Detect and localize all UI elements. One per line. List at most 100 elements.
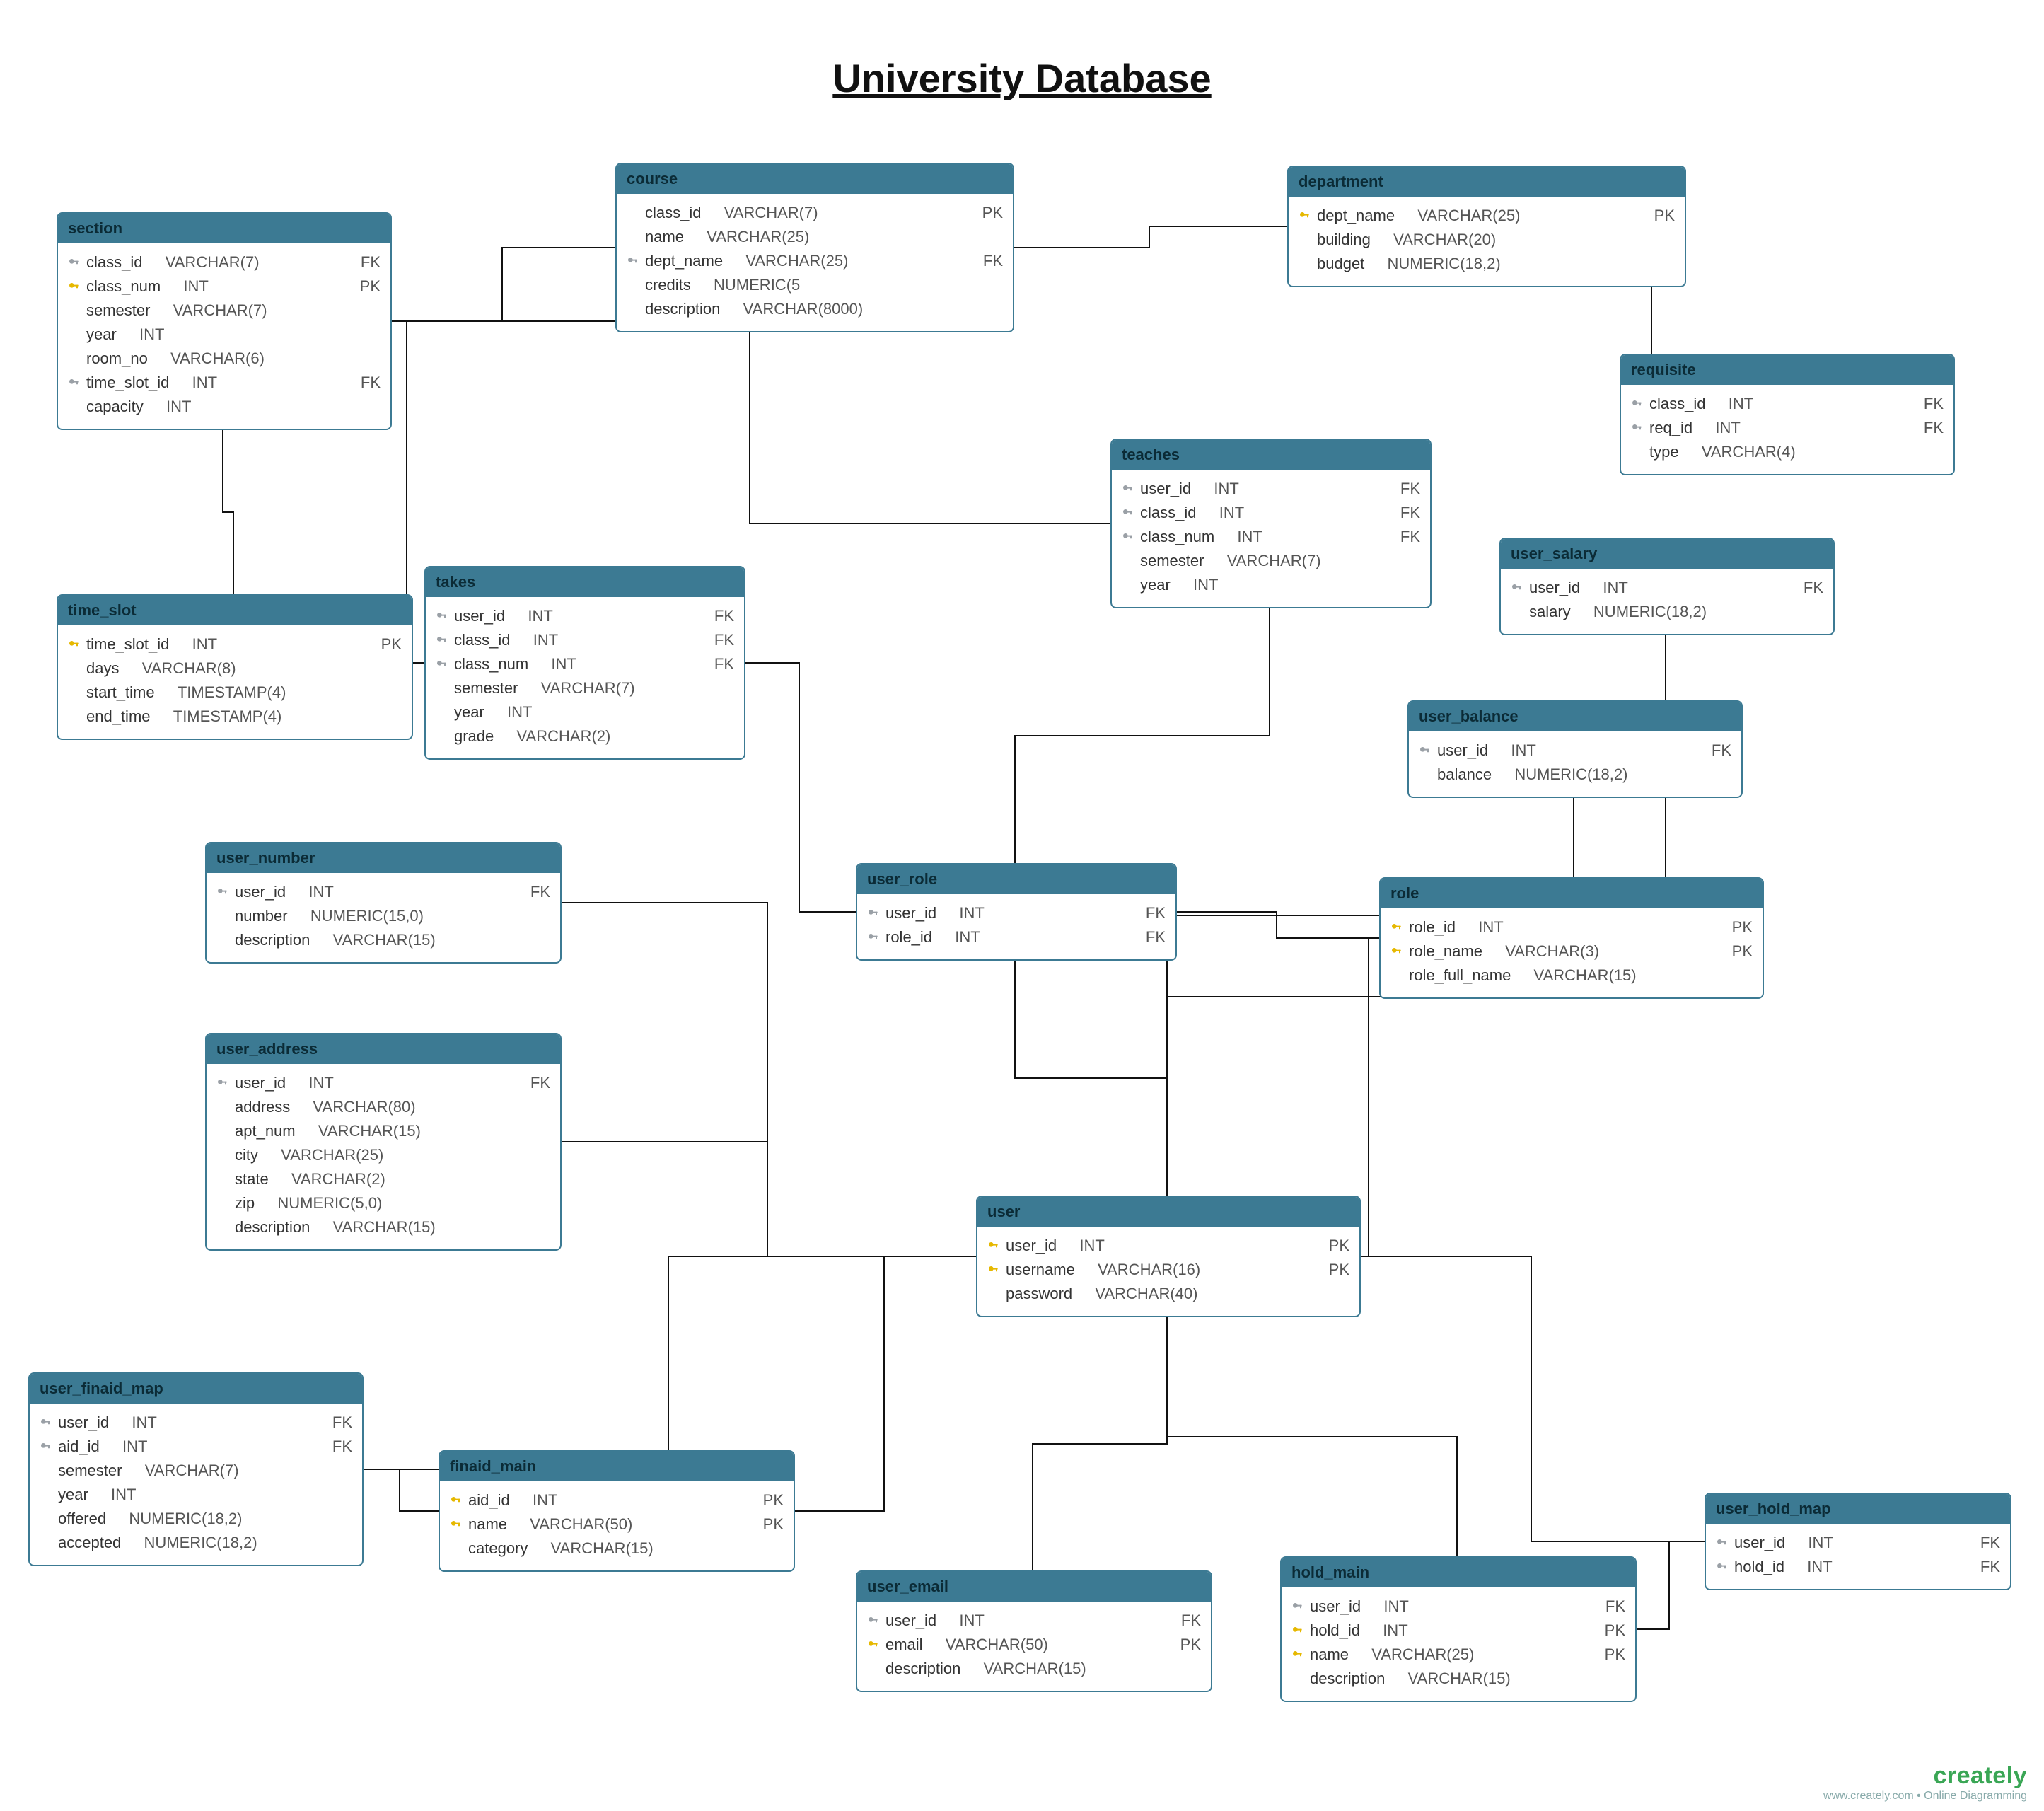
column-type: VARCHAR(25)	[707, 228, 809, 246]
table-body: class_id VARCHAR(7) FKclass_num INT PKse…	[58, 243, 390, 429]
foreign-key-icon	[867, 1612, 878, 1630]
table-user_number[interactable]: user_numberuser_id INT FKnumber NUMERIC(…	[205, 842, 562, 964]
column-name: dept_name	[1317, 207, 1395, 225]
foreign-key-icon	[1122, 480, 1133, 498]
column-role: FK	[983, 252, 1003, 270]
column-name: class_num	[454, 655, 528, 673]
column-name: offered	[58, 1510, 106, 1528]
column-row: email VARCHAR(50) PK	[867, 1633, 1201, 1657]
column-type: VARCHAR(7)	[724, 204, 818, 222]
table-user_salary[interactable]: user_salaryuser_id INT FKsalary NUMERIC(…	[1499, 538, 1835, 635]
column-type: VARCHAR(15)	[1534, 966, 1637, 985]
column-name: class_id	[1649, 395, 1705, 413]
column-row: year INT	[40, 1483, 352, 1507]
table-user_email[interactable]: user_emailuser_id INT FKemail VARCHAR(50…	[856, 1570, 1212, 1692]
column-type: INT	[1219, 504, 1244, 522]
column-type: VARCHAR(15)	[333, 1218, 436, 1237]
table-teaches[interactable]: teachesuser_id INT FKclass_id INT FKclas…	[1110, 439, 1432, 608]
table-role[interactable]: rolerole_id INT PKrole_name VARCHAR(3) P…	[1379, 877, 1764, 999]
column-name: city	[235, 1146, 258, 1164]
table-user_balance[interactable]: user_balanceuser_id INT FKbalance NUMERI…	[1407, 700, 1743, 798]
column-type: INT	[1079, 1237, 1104, 1255]
foreign-key-icon	[1716, 1558, 1727, 1576]
column-name: user_id	[235, 1074, 286, 1092]
foreign-key-icon	[436, 631, 447, 649]
column-name: category	[468, 1539, 528, 1558]
column-type: VARCHAR(25)	[281, 1146, 383, 1164]
table-user_finaid_map[interactable]: user_finaid_mapuser_id INT FKaid_id INT …	[28, 1372, 364, 1566]
column-role: PK	[381, 635, 402, 654]
column-row: start_time TIMESTAMP(4)	[68, 681, 402, 705]
column-row: offered NUMERIC(18,2)	[40, 1507, 352, 1531]
column-role: PK	[1654, 207, 1675, 225]
column-row: dept_name VARCHAR(25) FK	[627, 249, 1003, 273]
column-name: description	[1310, 1670, 1385, 1688]
column-name: email	[885, 1636, 923, 1654]
column-role: PK	[1732, 942, 1753, 961]
column-row: hold_id INT PK	[1291, 1619, 1625, 1643]
column-type: INT	[308, 1074, 333, 1092]
column-row: role_id INT FK	[867, 925, 1166, 949]
table-requisite[interactable]: requisiteclass_id INT FKreq_id INT FKtyp…	[1620, 354, 1955, 475]
column-name: aid_id	[468, 1491, 510, 1510]
column-row: salary NUMERIC(18,2)	[1511, 600, 1823, 624]
column-role: FK	[1146, 904, 1166, 922]
column-name: semester	[454, 679, 518, 698]
column-row: description VARCHAR(8000)	[627, 297, 1003, 321]
table-body: dept_name VARCHAR(25) PKbuilding VARCHAR…	[1289, 197, 1685, 286]
brand-sub: www.creately.com • Online Diagramming	[1823, 1790, 2027, 1803]
table-header: role	[1381, 879, 1763, 908]
column-type: INT	[1729, 395, 1753, 413]
column-type: VARCHAR(8000)	[743, 300, 864, 318]
column-name: role_id	[1409, 918, 1456, 937]
table-takes[interactable]: takesuser_id INT FKclass_id INT FKclass_…	[424, 566, 745, 760]
column-type: VARCHAR(15)	[318, 1122, 421, 1140]
column-type: INT	[166, 398, 191, 416]
table-user_role[interactable]: user_roleuser_id INT FKrole_id INT FK	[856, 863, 1177, 961]
foreign-key-icon	[1122, 528, 1133, 546]
column-type: VARCHAR(2)	[291, 1170, 385, 1188]
column-name: user_id	[235, 883, 286, 901]
table-time_slot[interactable]: time_slottime_slot_id INT PKdays VARCHAR…	[57, 594, 413, 740]
column-type: NUMERIC(5,0)	[277, 1194, 382, 1213]
table-user_hold_map[interactable]: user_hold_mapuser_id INT FKhold_id INT F…	[1705, 1493, 2011, 1590]
foreign-key-icon	[1419, 741, 1430, 760]
table-user_address[interactable]: user_addressuser_id INT FKaddress VARCHA…	[205, 1033, 562, 1251]
column-type: INT	[533, 1491, 557, 1510]
table-section[interactable]: sectionclass_id VARCHAR(7) FKclass_num I…	[57, 212, 392, 430]
column-row: class_num INT FK	[1122, 525, 1420, 549]
table-department[interactable]: departmentdept_name VARCHAR(25) PKbuildi…	[1287, 166, 1686, 287]
table-header: finaid_main	[440, 1452, 794, 1481]
column-name: class_num	[1140, 528, 1214, 546]
column-role: FK	[1712, 741, 1731, 760]
column-row: user_id INT FK	[1291, 1595, 1625, 1619]
brand-name: creately	[1823, 1762, 2027, 1790]
column-type: INT	[1478, 918, 1503, 937]
table-body: user_id INT FKaddress VARCHAR(80)apt_num…	[207, 1064, 560, 1249]
table-header: hold_main	[1282, 1558, 1635, 1587]
column-row: class_id INT FK	[1631, 392, 1944, 416]
column-name: accepted	[58, 1534, 121, 1552]
table-user[interactable]: useruser_id INT PKusername VARCHAR(16) P…	[976, 1196, 1361, 1317]
column-name: year	[454, 703, 484, 722]
column-role: FK	[1400, 528, 1420, 546]
column-type: INT	[528, 607, 552, 625]
column-role: PK	[982, 204, 1003, 222]
table-header: requisite	[1621, 355, 1953, 385]
table-hold_main[interactable]: hold_mainuser_id INT FKhold_id INT PKnam…	[1280, 1556, 1637, 1702]
column-type: INT	[959, 1612, 984, 1630]
column-name: credits	[645, 276, 691, 294]
column-name: username	[1006, 1261, 1075, 1279]
foreign-key-icon	[68, 253, 79, 272]
connection-line	[1174, 912, 1379, 938]
column-type: INT	[1808, 1534, 1833, 1552]
column-type: INT	[308, 883, 333, 901]
brand-footer: creately www.creately.com • Online Diagr…	[1823, 1762, 2027, 1803]
table-finaid_main[interactable]: finaid_mainaid_id INT PKname VARCHAR(50)…	[439, 1450, 795, 1572]
table-course[interactable]: courseclass_id VARCHAR(7) PKname VARCHAR…	[615, 163, 1014, 332]
column-name: state	[235, 1170, 269, 1188]
column-row: apt_num VARCHAR(15)	[216, 1119, 550, 1143]
column-type: NUMERIC(18,2)	[129, 1510, 242, 1528]
column-name: aid_id	[58, 1437, 100, 1456]
column-type: INT	[1807, 1558, 1832, 1576]
